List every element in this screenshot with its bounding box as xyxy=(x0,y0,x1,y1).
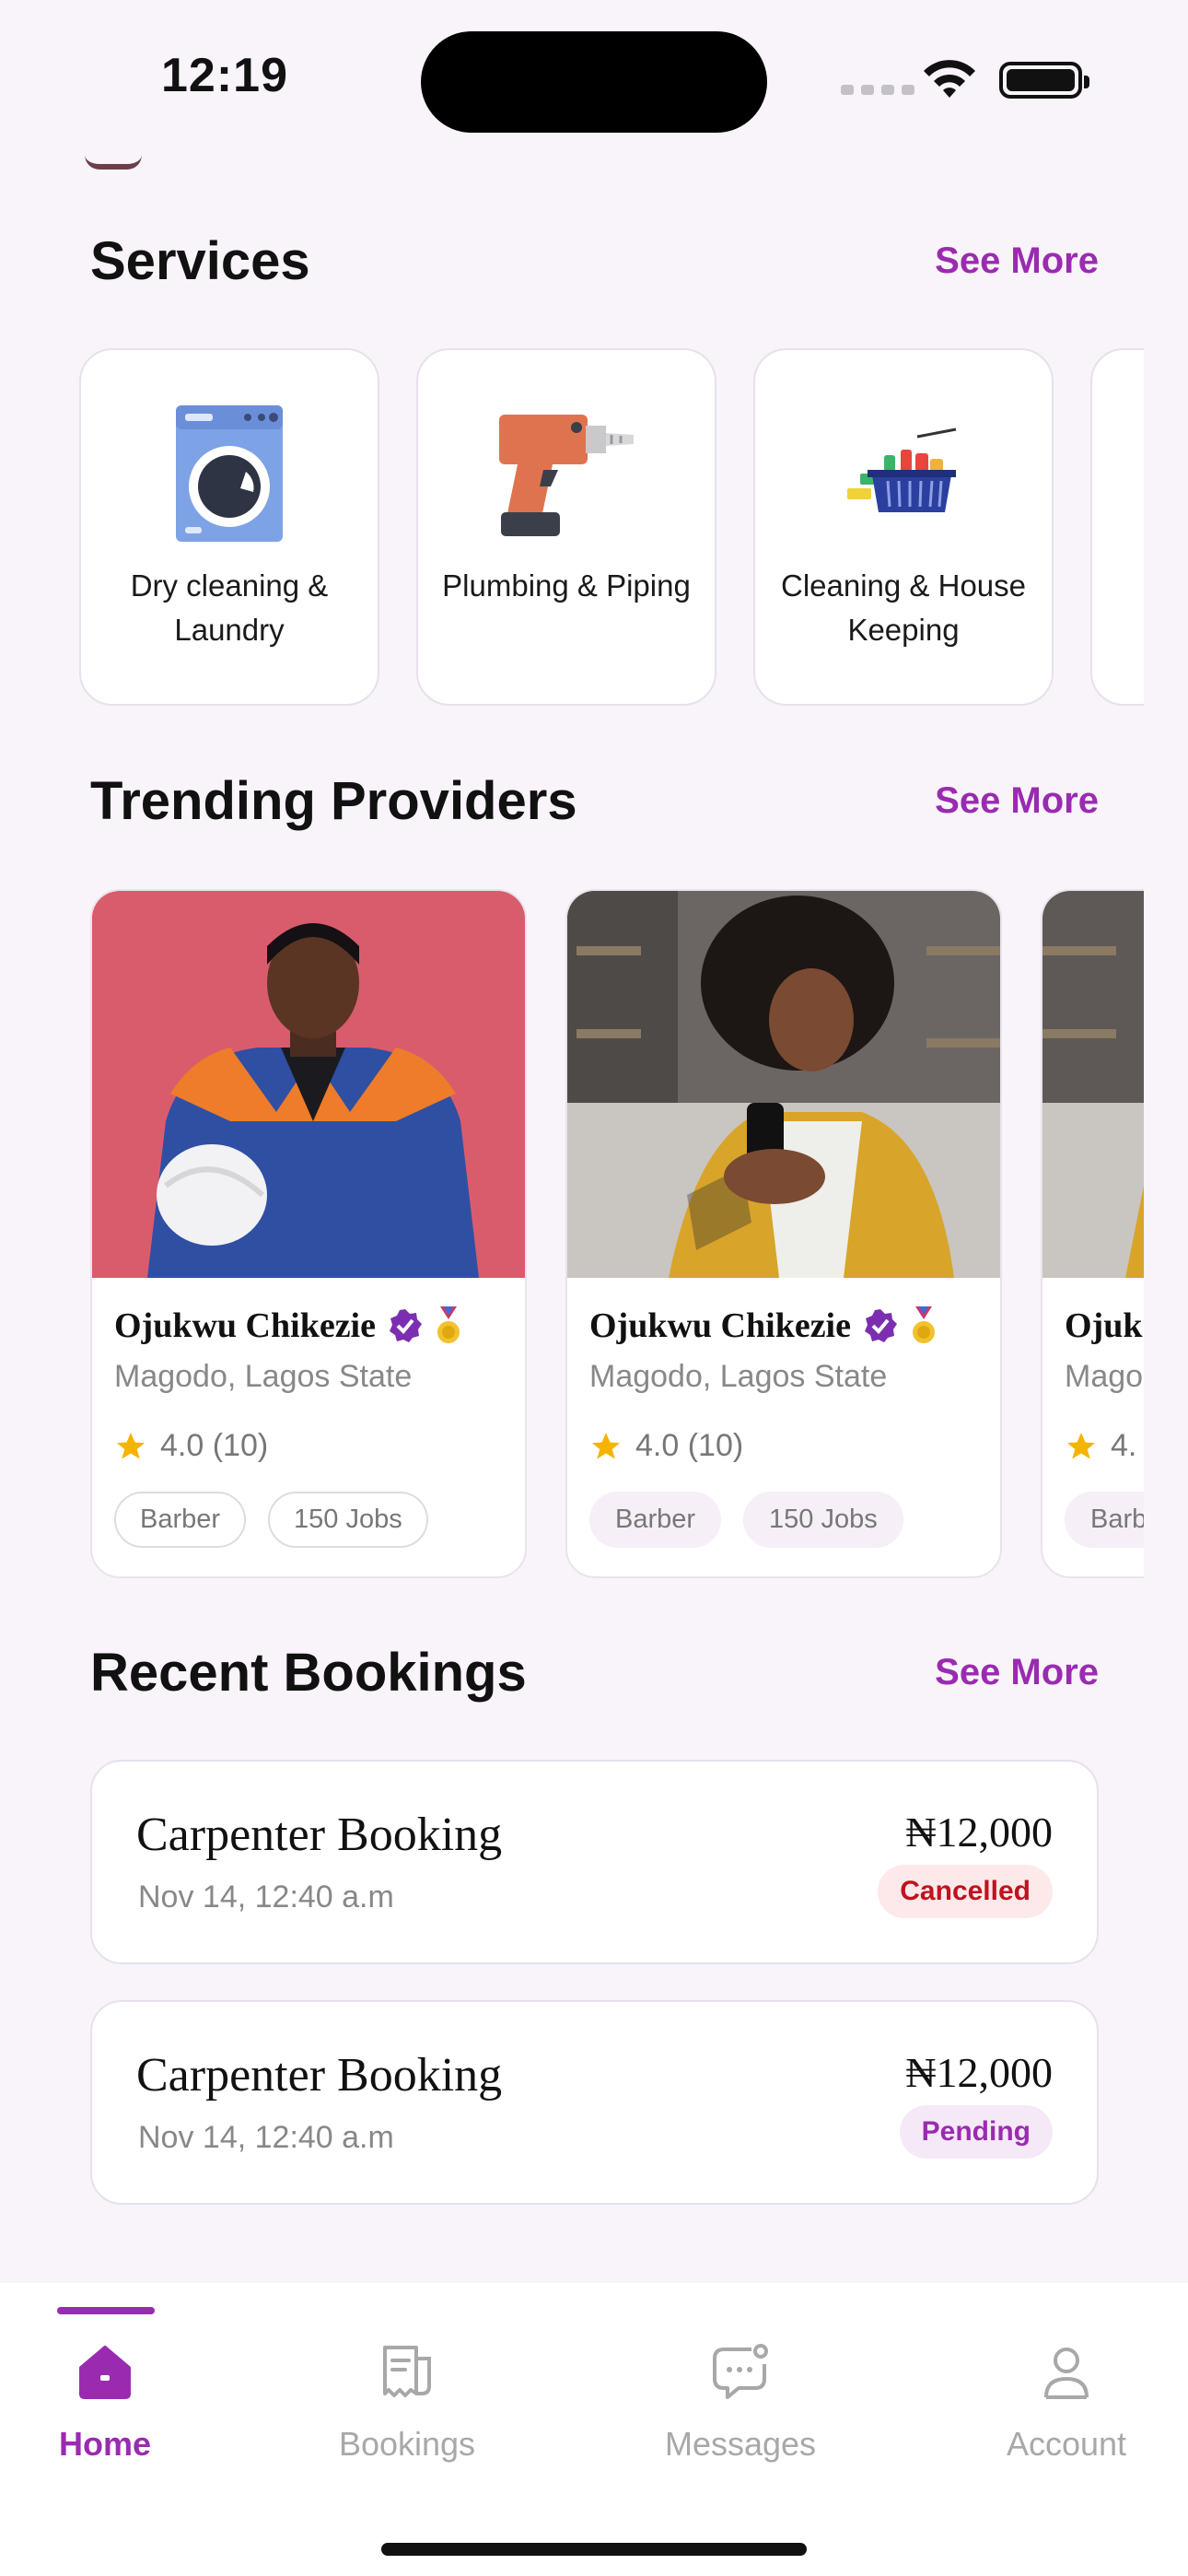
provider-tag-category: Barber xyxy=(114,1492,247,1548)
tab-bookings[interactable]: Bookings xyxy=(306,2338,508,2464)
service-card-cleaning[interactable]: Cleaning & House Keeping xyxy=(753,348,1054,706)
booking-card[interactable]: Carpenter Booking Nov 14, 12:40 a.m ₦12,… xyxy=(90,1760,1099,1964)
provider-location: Magodo, Lagos State xyxy=(589,1359,888,1394)
tab-label: Account xyxy=(1006,2425,1127,2463)
star-icon xyxy=(592,1432,620,1458)
bookings-header: Recent Bookings See More xyxy=(90,1642,1099,1704)
service-label: Plumbing & Piping xyxy=(442,568,691,603)
booking-date: Nov 14, 12:40 a.m xyxy=(138,2120,394,2155)
avatar xyxy=(85,155,142,170)
tab-label: Messages xyxy=(664,2425,817,2463)
providers-carousel[interactable]: Ojukwu Chikezie Magodo, Lagos State 4.0 … xyxy=(90,889,1144,1580)
washing-machine-icon xyxy=(156,400,303,547)
services-see-more-link[interactable]: See More xyxy=(935,240,1099,282)
provider-card[interactable]: Ojukwu Chikezie Magodo, Lagos State 4.0 … xyxy=(565,889,1002,1578)
home-icon xyxy=(79,2346,131,2399)
tab-label: Bookings xyxy=(338,2425,476,2463)
booking-title: Carpenter Booking xyxy=(136,2049,503,2102)
service-label: H xyxy=(1102,586,1144,630)
service-label: Dry cleaning & Laundry xyxy=(130,568,329,647)
services-carousel[interactable]: Dry cleaning & Laundry Plumbing & Piping xyxy=(79,348,1144,708)
providers-header: Trending Providers See More xyxy=(90,770,1099,832)
service-card-dry-cleaning[interactable]: Dry cleaning & Laundry xyxy=(79,348,379,706)
status-badge: Pending xyxy=(899,2105,1053,2159)
provider-tag-category: Barber xyxy=(589,1492,722,1548)
home-indicator xyxy=(381,2543,807,2556)
medal-icon xyxy=(437,1306,460,1343)
provider-name: Ojuk xyxy=(1065,1306,1143,1345)
star-icon xyxy=(117,1432,145,1458)
service-label: Cleaning & House Keeping xyxy=(781,568,1026,647)
man-in-workwear-photo xyxy=(92,891,525,1278)
cleaning-basket-icon xyxy=(830,400,977,547)
services-title: Services xyxy=(90,231,310,291)
messages-icon xyxy=(713,2344,768,2399)
provider-tag-jobs: 150 Jobs xyxy=(743,1492,903,1548)
medal-icon xyxy=(912,1306,935,1343)
tab-account[interactable]: Account xyxy=(965,2338,1168,2464)
service-card-plumbing[interactable]: Plumbing & Piping xyxy=(416,348,716,706)
provider-rating: 4. xyxy=(1111,1428,1137,1463)
tab-label: Home xyxy=(58,2425,152,2463)
drill-icon xyxy=(493,400,640,547)
provider-location: Mago xyxy=(1065,1359,1144,1394)
provider-card[interactable]: Ojuk Mago 4. Barb xyxy=(1041,889,1144,1578)
account-icon xyxy=(1044,2348,1089,2399)
service-card-partial[interactable]: H xyxy=(1090,348,1144,706)
booking-price: ₦12,000 xyxy=(905,2049,1053,2096)
booking-price: ₦12,000 xyxy=(905,1809,1053,1856)
provider-location: Magodo, Lagos State xyxy=(114,1359,413,1394)
services-header: Services See More xyxy=(90,230,1099,292)
bottom-tab-bar: Home Bookings Messages Account xyxy=(0,2283,1188,2576)
providers-title: Trending Providers xyxy=(90,771,577,831)
bookings-see-more-link[interactable]: See More xyxy=(935,1652,1099,1693)
tab-home[interactable]: Home xyxy=(4,2338,206,2464)
bookings-icon xyxy=(383,2346,431,2397)
battery-icon xyxy=(999,62,1089,99)
provider-rating: 4.0 (10) xyxy=(635,1428,744,1463)
wifi-icon xyxy=(924,60,975,98)
provider-tag-category: Barb xyxy=(1065,1492,1144,1548)
star-icon xyxy=(1067,1432,1095,1458)
booking-date: Nov 14, 12:40 a.m xyxy=(138,1879,394,1914)
provider-tag-jobs: 150 Jobs xyxy=(268,1492,428,1548)
active-tab-indicator xyxy=(57,2307,155,2314)
cellular-signal-icon xyxy=(841,85,914,95)
providers-see-more-link[interactable]: See More xyxy=(935,780,1099,822)
verified-badge-icon xyxy=(389,1309,422,1342)
status-badge: Cancelled xyxy=(878,1865,1053,1918)
dynamic-island xyxy=(421,31,767,133)
provider-name: Ojukwu Chikezie xyxy=(589,1306,851,1345)
status-bar: 12:19 xyxy=(0,0,1188,157)
woman-with-phone-photo xyxy=(567,891,1000,1278)
booking-card[interactable]: Carpenter Booking Nov 14, 12:40 a.m ₦12,… xyxy=(90,2000,1099,2205)
status-time: 12:19 xyxy=(161,49,288,102)
verified-badge-icon xyxy=(864,1309,897,1342)
partial-photo xyxy=(1042,891,1144,1278)
tab-messages[interactable]: Messages xyxy=(639,2338,842,2464)
bookings-title: Recent Bookings xyxy=(90,1643,527,1703)
provider-rating: 4.0 (10) xyxy=(160,1428,269,1463)
provider-name: Ojukwu Chikezie xyxy=(114,1306,376,1345)
provider-card[interactable]: Ojukwu Chikezie Magodo, Lagos State 4.0 … xyxy=(90,889,527,1578)
booking-title: Carpenter Booking xyxy=(136,1809,503,1861)
